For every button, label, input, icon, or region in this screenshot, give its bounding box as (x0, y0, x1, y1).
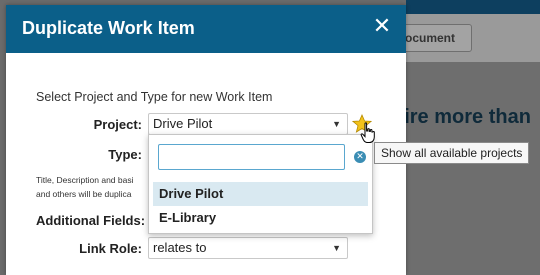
dropdown-item-e-library[interactable]: E-Library (153, 206, 368, 230)
duplication-note-line2: and others will be duplica (36, 189, 132, 199)
link-role-label: Link Role: (79, 241, 142, 256)
duplication-note-line1: Title, Description and basi (36, 175, 134, 185)
star-tooltip: Show all available projects (374, 142, 530, 164)
project-label: Project: (93, 117, 142, 132)
app-top-bar (406, 0, 540, 14)
chevron-down-icon: ▼ (332, 243, 341, 253)
dialog-intro-text: Select Project and Type for new Work Ite… (36, 90, 273, 104)
project-search-input[interactable] (158, 144, 345, 170)
background-heading: uire more than (392, 106, 531, 128)
app-content (406, 62, 540, 275)
hand-cursor-icon (360, 122, 376, 144)
link-role-select-value: relates to (153, 240, 207, 255)
dialog-header: Duplicate Work Item ✕ (6, 5, 406, 53)
project-select[interactable]: Drive Pilot ▼ (148, 113, 348, 135)
project-dropdown: ✕ Drive Pilot E-Library (148, 134, 373, 234)
close-icon[interactable]: ✕ (372, 16, 392, 38)
dropdown-item-drive-pilot[interactable]: Drive Pilot (153, 182, 368, 206)
dialog-title: Duplicate Work Item (22, 18, 195, 38)
project-select-value: Drive Pilot (153, 116, 213, 131)
type-label: Type: (108, 147, 142, 162)
clear-icon[interactable]: ✕ (354, 151, 366, 163)
additional-fields-label: Additional Fields: (36, 213, 146, 228)
chevron-down-icon: ▼ (332, 119, 341, 129)
link-role-select[interactable]: relates to ▼ (148, 237, 348, 259)
